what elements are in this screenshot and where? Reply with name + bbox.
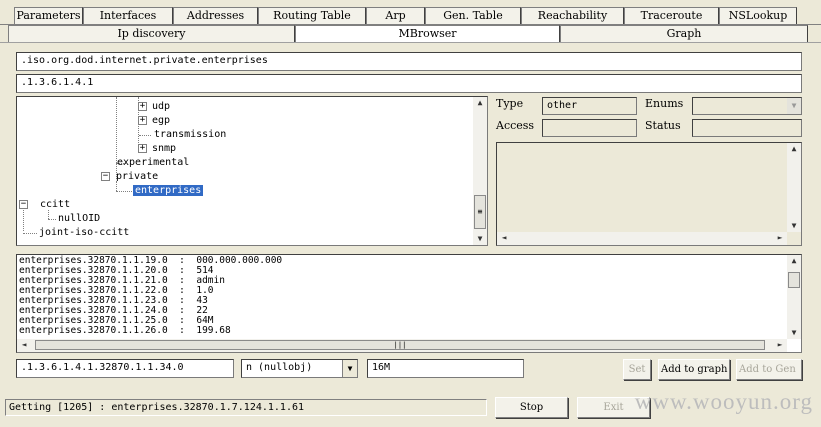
tab-nslookup[interactable]: NSLookup xyxy=(719,7,797,24)
tab-parameters[interactable]: Parameters xyxy=(14,7,83,24)
value-type-selected: n (nullobj) xyxy=(246,362,313,373)
tree-node-joint-iso-ccitt[interactable]: joint-iso-ccitt xyxy=(39,227,129,239)
scroll-up-icon[interactable]: ▲ xyxy=(787,256,801,266)
expand-udp-icon[interactable]: + xyxy=(138,102,147,111)
watermark-text: www.wooyun.org xyxy=(634,389,813,414)
access-label: Access xyxy=(496,119,535,132)
results-panel[interactable]: enterprises.32870.1.1.19.0 : 000.000.000… xyxy=(16,254,802,353)
set-oid-input[interactable]: .1.3.6.1.4.1.32870.1.1.34.0 xyxy=(16,359,234,378)
set-value-input[interactable]: 16M xyxy=(367,359,524,378)
results-hscroll-thumb[interactable]: ||| xyxy=(35,340,765,350)
tab-gen-table[interactable]: Gen. Table xyxy=(425,7,521,24)
collapse-ccitt-icon[interactable]: − xyxy=(19,200,28,209)
tab-mbrowser[interactable]: MBrowser xyxy=(295,25,560,42)
scroll-up-icon[interactable]: ▲ xyxy=(787,144,801,154)
expand-snmp-icon[interactable]: + xyxy=(138,144,147,153)
tree-node-nulloid[interactable]: nullOID xyxy=(58,213,100,225)
tab-routing-table[interactable]: Routing Table xyxy=(258,7,366,24)
tree-node-ccitt[interactable]: ccitt xyxy=(40,199,70,211)
results-hscroll[interactable]: ◄ ||| ► xyxy=(17,339,787,352)
enums-label: Enums xyxy=(645,97,684,110)
type-label: Type xyxy=(496,97,524,110)
scroll-left-icon[interactable]: ◄ xyxy=(17,340,31,350)
expand-egp-icon[interactable]: + xyxy=(138,116,147,125)
tab-graph[interactable]: Graph xyxy=(560,25,808,42)
oid-name-field[interactable]: .iso.org.dod.internet.private.enterprise… xyxy=(16,52,802,71)
add-to-gen-button[interactable]: Add to Gen xyxy=(736,359,802,380)
tab-interfaces[interactable]: Interfaces xyxy=(83,7,173,24)
type-field: other xyxy=(542,97,637,115)
result-row[interactable]: enterprises.32870.1.1.26.0 : 199.68 xyxy=(19,326,282,336)
tab-addresses[interactable]: Addresses xyxy=(173,7,258,24)
scroll-right-icon[interactable]: ► xyxy=(773,340,787,350)
tab-divider-2 xyxy=(0,42,821,43)
description-hscroll[interactable]: ◄ ► xyxy=(497,232,787,245)
tab-reachability[interactable]: Reachability xyxy=(521,7,624,24)
tab-ip-discovery[interactable]: Ip discovery xyxy=(8,25,295,42)
scroll-left-icon[interactable]: ◄ xyxy=(497,233,511,243)
results-list: enterprises.32870.1.1.19.0 : 000.000.000… xyxy=(19,256,282,336)
stop-button[interactable]: Stop xyxy=(495,397,568,418)
add-to-graph-button[interactable]: Add to graph xyxy=(658,359,730,380)
tree-node-transmission[interactable]: transmission xyxy=(154,129,226,141)
scroll-down-icon[interactable]: ▼ xyxy=(787,221,801,231)
description-panel[interactable]: ▲ ▼ ◄ ► xyxy=(496,142,802,246)
tab-row-second: Ip discovery MBrowser Graph xyxy=(0,25,808,42)
access-field xyxy=(542,119,637,137)
tree-node-experimental[interactable]: experimental xyxy=(117,157,189,169)
scroll-right-icon[interactable]: ► xyxy=(773,233,787,243)
tree-vscroll[interactable]: ▲ ≡ ▼ xyxy=(473,97,487,245)
tab-arp[interactable]: Arp xyxy=(366,7,425,24)
set-button[interactable]: Set xyxy=(623,359,651,380)
results-vscroll[interactable]: ▲ ▼ xyxy=(787,255,801,339)
scroll-down-icon[interactable]: ▼ xyxy=(473,234,487,244)
tree-scroll-thumb[interactable]: ≡ xyxy=(474,195,486,229)
mbrowser-window: Parameters Interfaces Addresses Routing … xyxy=(0,0,821,427)
oid-numeric-field[interactable]: .1.3.6.1.4.1 xyxy=(16,74,802,93)
description-vscroll[interactable]: ▲ ▼ xyxy=(787,143,801,232)
tree-node-enterprises[interactable]: enterprises xyxy=(133,185,204,197)
tree-node-udp[interactable]: udp xyxy=(152,101,170,113)
scroll-down-icon[interactable]: ▼ xyxy=(787,328,801,338)
dropdown-icon[interactable]: ▼ xyxy=(342,360,357,377)
tree-node-egp[interactable]: egp xyxy=(152,115,170,127)
tab-traceroute[interactable]: Traceroute xyxy=(624,7,719,24)
enums-select[interactable]: ▼ xyxy=(692,97,802,115)
status-field xyxy=(692,119,802,137)
tree-node-snmp[interactable]: snmp xyxy=(152,143,176,155)
mib-tree-panel[interactable]: + udp + egp transmission + snmp experime… xyxy=(16,96,488,246)
status-label: Status xyxy=(645,119,681,132)
results-scroll-thumb[interactable] xyxy=(788,272,800,288)
dropdown-icon[interactable]: ▼ xyxy=(787,98,801,114)
collapse-private-icon[interactable]: − xyxy=(101,172,110,181)
value-type-select[interactable]: n (nullobj) ▼ xyxy=(241,359,358,378)
status-bar: Getting [1205] : enterprises.32870.1.7.1… xyxy=(5,399,487,416)
selected-node-label: enterprises xyxy=(133,185,204,196)
scroll-up-icon[interactable]: ▲ xyxy=(473,98,487,108)
tree-node-private[interactable]: private xyxy=(116,171,158,183)
tab-row-top: Parameters Interfaces Addresses Routing … xyxy=(0,7,797,24)
